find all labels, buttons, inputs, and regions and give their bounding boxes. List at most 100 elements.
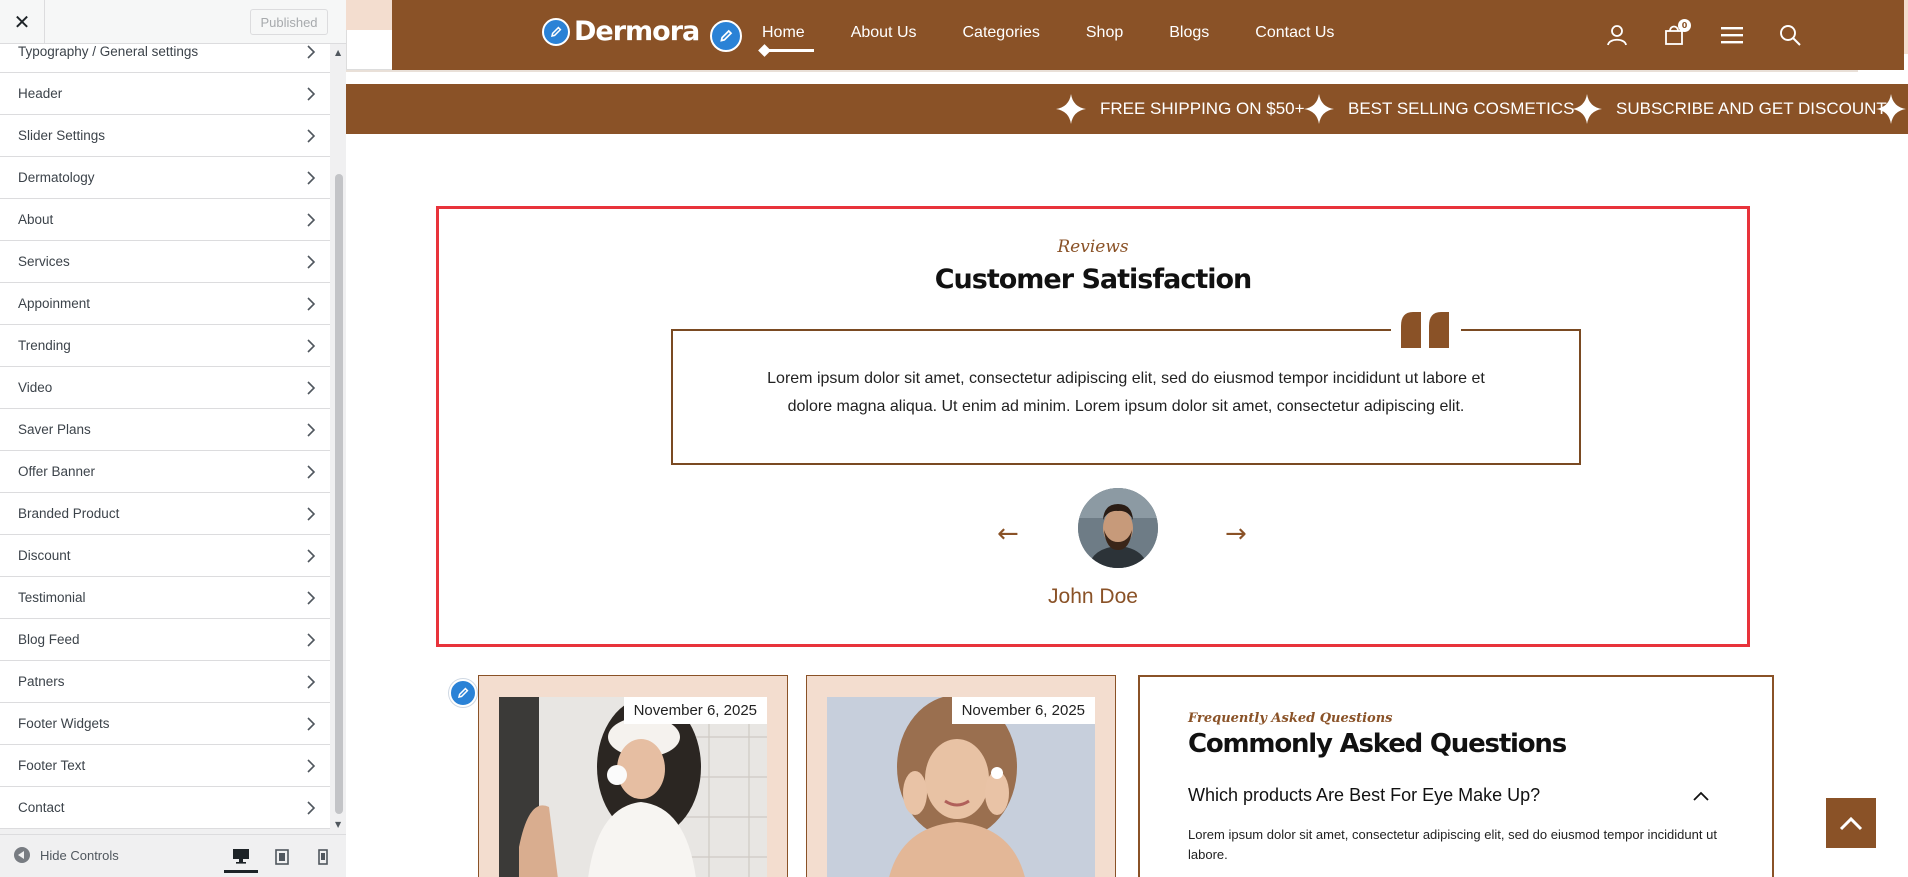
chevron-up-icon[interactable] — [1690, 785, 1712, 807]
testimonial-section: Reviews Customer Satisfaction Lorem ipsu… — [436, 206, 1750, 647]
hide-controls-button[interactable]: Hide Controls — [14, 847, 119, 863]
chevron-right-icon — [307, 45, 316, 59]
faq-kicker: Frequently Asked Questions — [1188, 711, 1393, 726]
menu-icon[interactable] — [1719, 22, 1745, 48]
customizer-header: ✕ Published — [0, 0, 346, 44]
panel-services[interactable]: Services — [0, 241, 330, 283]
customizer-panel-list: Typography / General settings Header Sli… — [0, 44, 330, 834]
panel-typography[interactable]: Typography / General settings — [0, 44, 330, 73]
chevron-right-icon — [307, 381, 316, 395]
site-header: Dermora Home About Us Categories Shop Bl… — [392, 0, 1904, 70]
panel-footer-widgets[interactable]: Footer Widgets — [0, 703, 330, 745]
sparkle-icon — [1056, 94, 1086, 124]
nav-blogs[interactable]: Blogs — [1169, 24, 1209, 42]
blog-image: November 6, 2025 — [499, 697, 767, 877]
reviewer-name: John Doe — [1048, 585, 1138, 608]
scroll-to-top-button[interactable] — [1826, 798, 1876, 848]
header-divider — [346, 70, 1858, 72]
panel-label: Dermatology — [18, 170, 95, 185]
blog-card[interactable]: November 6, 2025 — [806, 675, 1116, 877]
chevron-right-icon — [307, 213, 316, 227]
edit-pen-icon[interactable] — [449, 679, 477, 707]
customizer-sidebar: ✕ Published Typography / General setting… — [0, 0, 346, 877]
panel-trending[interactable]: Trending — [0, 325, 330, 367]
chevron-right-icon — [307, 507, 316, 521]
chevron-right-icon — [307, 339, 316, 353]
panel-video[interactable]: Video — [0, 367, 330, 409]
chevron-right-icon — [307, 717, 316, 731]
marquee-text: FREE SHIPPING ON $50+ — [1100, 99, 1305, 118]
panel-dermatology[interactable]: Dermatology — [0, 157, 330, 199]
panel-blog-feed[interactable]: Blog Feed — [0, 619, 330, 661]
chevron-right-icon — [307, 633, 316, 647]
nav-contact-us[interactable]: Contact Us — [1255, 24, 1334, 42]
cart-icon[interactable]: 0 — [1661, 19, 1691, 48]
blog-image: November 6, 2025 — [827, 697, 1095, 877]
panel-footer-text[interactable]: Footer Text — [0, 745, 330, 787]
sparkle-icon — [1304, 94, 1334, 124]
sidebar-scrollbar[interactable]: ▲ ▼ — [332, 44, 346, 834]
close-customizer-button[interactable]: ✕ — [0, 0, 45, 44]
testimonial-text: Lorem ipsum dolor sit amet, consectetur … — [767, 370, 1485, 415]
scrollbar-thumb[interactable] — [335, 174, 343, 814]
nav-about-us[interactable]: About Us — [851, 24, 917, 42]
faq-question[interactable]: Which products Are Best For Eye Make Up? — [1188, 785, 1540, 806]
chevron-right-icon — [307, 255, 316, 269]
nav-categories[interactable]: Categories — [963, 24, 1040, 42]
scroll-up-icon[interactable]: ▲ — [335, 48, 341, 57]
panel-testimonial[interactable]: Testimonial — [0, 577, 330, 619]
search-icon[interactable] — [1777, 22, 1803, 48]
panel-label: About — [18, 212, 54, 227]
nav-shop[interactable]: Shop — [1086, 24, 1123, 42]
marquee-item — [1876, 84, 1906, 134]
prev-arrow-button[interactable]: ← — [997, 519, 1019, 549]
marquee-item: BEST SELLING COSMETICS — [1304, 84, 1574, 134]
panel-offer-banner[interactable]: Offer Banner — [0, 451, 330, 493]
chevron-right-icon — [307, 675, 316, 689]
panel-saver-plans[interactable]: Saver Plans — [0, 409, 330, 451]
customizer-footer: Hide Controls — [0, 834, 346, 877]
panel-contact[interactable]: Contact — [0, 787, 330, 829]
scroll-down-icon[interactable]: ▼ — [335, 820, 341, 829]
edit-pen-icon[interactable] — [710, 20, 742, 52]
blog-date: November 6, 2025 — [623, 697, 767, 724]
site-preview: Dermora Home About Us Categories Shop Bl… — [346, 0, 1908, 877]
preview-mobile-button[interactable] — [306, 841, 340, 873]
panel-branded-product[interactable]: Branded Product — [0, 493, 330, 535]
site-logo[interactable]: Dermora — [542, 16, 700, 47]
blog-date: November 6, 2025 — [951, 697, 1095, 724]
edit-pen-icon[interactable] — [542, 17, 570, 46]
tablet-icon — [275, 849, 289, 865]
panel-label: Video — [18, 380, 53, 395]
collapse-icon — [14, 847, 30, 863]
avatar — [1078, 488, 1158, 568]
next-arrow-button[interactable]: → — [1225, 519, 1247, 549]
panel-about[interactable]: About — [0, 199, 330, 241]
panel-appoinment[interactable]: Appoinment — [0, 283, 330, 325]
panel-header[interactable]: Header — [0, 73, 330, 115]
user-icon[interactable] — [1604, 22, 1630, 48]
panel-slider-settings[interactable]: Slider Settings — [0, 115, 330, 157]
panel-label: Footer Text — [18, 758, 86, 773]
promo-marquee: FREE SHIPPING ON $50+ BEST SELLING COSME… — [346, 84, 1908, 134]
section-kicker: Reviews — [1057, 237, 1129, 257]
panel-discount[interactable]: Discount — [0, 535, 330, 577]
panel-label: Trending — [18, 338, 71, 353]
chevron-right-icon — [307, 423, 316, 437]
chevron-right-icon — [307, 549, 316, 563]
panel-patners[interactable]: Patners — [0, 661, 330, 703]
faq-title: Commonly Asked Questions — [1188, 729, 1567, 759]
marquee-item: SUBSCRIBE AND GET DISCOUNT — [1572, 84, 1887, 134]
blog-card[interactable]: November 6, 2025 — [478, 675, 788, 877]
preview-tablet-button[interactable] — [265, 841, 299, 873]
chevron-right-icon — [307, 129, 316, 143]
panel-label: Blog Feed — [18, 632, 80, 647]
chevron-right-icon — [307, 171, 316, 185]
panel-label: Contact — [18, 800, 65, 815]
sparkle-icon — [1572, 94, 1602, 124]
nav-home[interactable]: Home — [762, 24, 814, 52]
publish-button[interactable]: Published — [250, 9, 328, 35]
panel-label: Footer Widgets — [18, 716, 110, 731]
preview-desktop-button[interactable] — [224, 841, 258, 873]
logo-text: Dermora — [574, 16, 700, 47]
